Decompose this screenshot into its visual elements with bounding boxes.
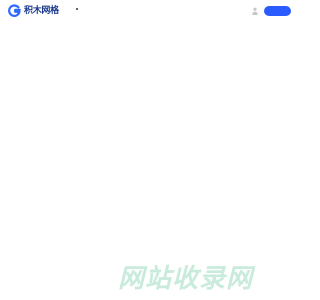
page: 积木网格 网站收录网: [0, 0, 300, 300]
g-logo-icon: [8, 4, 21, 17]
nav-dot: [76, 8, 78, 10]
header-actions: [252, 6, 291, 16]
watermark-text: 网站收录网: [118, 263, 254, 293]
cta-button[interactable]: [264, 6, 291, 16]
logo-text: 积木网格: [24, 5, 59, 15]
user-icon[interactable]: [252, 7, 258, 15]
top-navbar: 积木网格: [0, 0, 300, 22]
logo[interactable]: 积木网格: [8, 4, 59, 17]
